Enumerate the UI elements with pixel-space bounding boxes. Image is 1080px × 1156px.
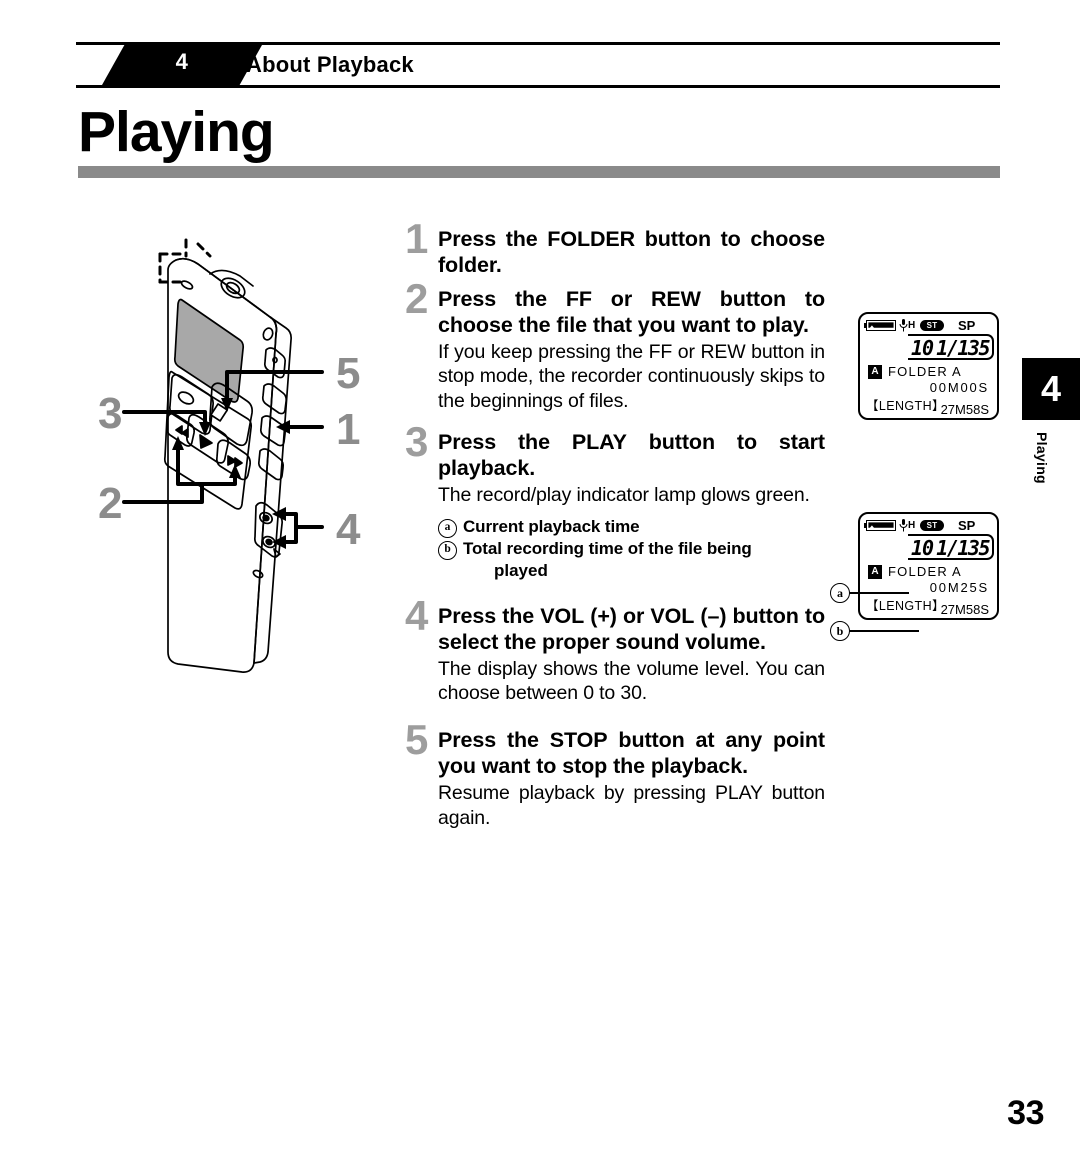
step-5-number: 5 bbox=[405, 716, 429, 764]
lcd-display-playing: H ST SP 10 1/135 A FOLDER A 00M25S 【LENG… bbox=[858, 512, 999, 620]
lcd2-file-index: 10 bbox=[911, 536, 934, 560]
callout-b-leader bbox=[849, 630, 919, 632]
stereo-badge: ST bbox=[920, 320, 944, 331]
chapter-number-label: 4 bbox=[175, 49, 189, 74]
battery-icon bbox=[863, 520, 896, 531]
step-2-heading-part-c: or bbox=[591, 287, 651, 311]
step-3-heading: Press the PLAY button to start playback. bbox=[438, 429, 825, 481]
lcd1-file-index: 10 bbox=[911, 336, 934, 360]
callout-marker-b: b bbox=[830, 621, 850, 641]
chapter-title: About Playback bbox=[246, 52, 414, 77]
step-5: 5 Press the STOP button at any point you… bbox=[405, 719, 825, 830]
lcd2-playback-time: 00M25S bbox=[929, 580, 989, 595]
callout-a-leader bbox=[849, 592, 909, 594]
stereo-badge: ST bbox=[920, 520, 944, 531]
step-1-heading-part-a: Press the bbox=[438, 227, 548, 251]
note-text-b-continuation: played bbox=[494, 560, 548, 580]
side-tab-number: 4 bbox=[1040, 368, 1062, 409]
recorder-speaker-hole bbox=[180, 280, 194, 290]
header-rule-bottom bbox=[76, 85, 1000, 88]
lcd1-length-value: 27M58S bbox=[940, 402, 989, 417]
lcd1-folder-name: FOLDER A bbox=[888, 364, 962, 379]
lcd-display-stop: H ST SP 10 1/135 A FOLDER A 00M00S 【LENG… bbox=[858, 312, 999, 420]
callout-number-3: 3 bbox=[98, 389, 122, 438]
lcd1-file-indicator-box: 10 1/135 bbox=[908, 334, 994, 360]
note-text-b: Total recording time of the file being bbox=[463, 538, 752, 558]
chapter-header: 4 About Playback bbox=[76, 42, 1000, 88]
step-4: 4 Press the VOL (+) or VOL (–) button to… bbox=[405, 594, 825, 706]
lcd2-status-row: H ST SP bbox=[863, 518, 995, 533]
step-4-keyword-vol-minus: VOL bbox=[650, 603, 695, 628]
note-marker-a: a bbox=[438, 518, 457, 538]
step-2: 2 Press the FF or REW button to choose t… bbox=[405, 278, 825, 413]
steps-list: 1 Press the FOLDER button to choose fold… bbox=[405, 218, 825, 830]
callout-leaders bbox=[122, 370, 324, 549]
microphone-icon bbox=[899, 519, 908, 532]
battery-icon bbox=[863, 320, 896, 331]
page-title: Playing bbox=[78, 100, 275, 164]
recording-mode-label: SP bbox=[958, 518, 976, 533]
note-marker-b: b bbox=[438, 540, 457, 560]
step-1: 1 Press the FOLDER button to choose fold… bbox=[405, 218, 825, 278]
step-3-number: 3 bbox=[405, 418, 429, 466]
lcd2-length-value: 27M58S bbox=[940, 602, 989, 617]
lcd2-length-label: 【LENGTH】 bbox=[866, 599, 945, 613]
step-2-heading: Press the FF or REW button to choose the… bbox=[438, 286, 825, 338]
callout-number-5: 5 bbox=[336, 349, 360, 398]
microphone-icon bbox=[899, 319, 908, 332]
mic-sensitivity-label: H bbox=[908, 320, 916, 331]
lcd1-playback-time: 00M00S bbox=[929, 380, 989, 395]
step-2-number: 2 bbox=[405, 275, 429, 322]
step-4-number: 4 bbox=[405, 591, 429, 639]
step-1-number: 1 bbox=[405, 215, 429, 262]
step-3-body: The record/play indicator lamp glows gre… bbox=[438, 484, 810, 507]
callout-number-2: 2 bbox=[98, 479, 122, 528]
step-3: 3 Press the PLAY button to start playbac… bbox=[405, 421, 825, 581]
lcd2-file-indicator-box: 10 1/135 bbox=[908, 534, 994, 560]
folder-badge-icon: A bbox=[868, 364, 882, 379]
lcd2-folder-row: A FOLDER A bbox=[868, 564, 996, 579]
step-1-heading: Press the FOLDER button to choose folder… bbox=[438, 226, 825, 278]
recorder-lower-hole bbox=[252, 569, 264, 579]
lcd1-folder-row: A FOLDER A bbox=[868, 364, 996, 379]
step-3-keyword-play: PLAY bbox=[571, 430, 627, 455]
step-5-heading: Press the STOP button at any point you w… bbox=[438, 727, 825, 779]
step-4-body: The display shows the volume level. You … bbox=[438, 657, 825, 704]
lcd1-file-of-total: 1/135 bbox=[936, 336, 990, 360]
recorder-lcd-screen bbox=[173, 298, 245, 403]
step-3-heading-part-a: Press the bbox=[438, 430, 572, 455]
step-2-keyword-rew: REW bbox=[651, 287, 701, 311]
rew-button bbox=[165, 412, 196, 447]
step-1-keyword-folder: FOLDER bbox=[547, 227, 636, 251]
folder-badge-icon: A bbox=[868, 564, 882, 579]
lcd2-file-of-total: 1/135 bbox=[936, 536, 990, 560]
voice-recorder-illustration: 5 1 3 2 4 bbox=[90, 222, 400, 682]
step-3-notes: a Current playback time b Total recordin… bbox=[438, 517, 825, 581]
step-2-heading-part-a: Press the bbox=[438, 287, 566, 311]
side-tab-label: Playing bbox=[1034, 432, 1050, 484]
title-underline-bar bbox=[78, 166, 1000, 178]
callout-marker-a: a bbox=[830, 583, 850, 603]
step-5-keyword-stop: STOP bbox=[549, 728, 608, 753]
page-number: 33 bbox=[1007, 1094, 1044, 1132]
note-text-a: Current playback time bbox=[463, 516, 640, 536]
lcd2-folder-name: FOLDER A bbox=[888, 564, 962, 579]
note-item-b: b Total recording time of the file being bbox=[438, 539, 825, 560]
step-2-body: If you keep pressing the FF or REW butto… bbox=[438, 341, 825, 412]
callout-number-4: 4 bbox=[336, 505, 361, 554]
step-4-heading-part-a: Press the bbox=[438, 603, 541, 628]
recorder-top-knob bbox=[209, 269, 254, 299]
step-5-body: Resume playback by pressing PLAY button … bbox=[438, 782, 825, 829]
mic-sensitivity-label: H bbox=[908, 520, 916, 531]
step-4-heading: Press the VOL (+) or VOL (–) button to s… bbox=[438, 603, 825, 655]
step-4-heading-part-c: (+) or bbox=[584, 603, 651, 628]
step-2-keyword-ff: FF bbox=[565, 287, 592, 311]
recording-mode-label: SP bbox=[958, 318, 976, 333]
lcd1-length-label: 【LENGTH】 bbox=[866, 399, 945, 413]
step-5-heading-part-a: Press the bbox=[438, 728, 550, 753]
note-item-a: a Current playback time bbox=[438, 517, 825, 538]
callout-number-1: 1 bbox=[336, 405, 360, 454]
lcd1-status-row: H ST SP bbox=[863, 318, 995, 333]
step-4-keyword-vol-plus: VOL bbox=[540, 603, 585, 628]
